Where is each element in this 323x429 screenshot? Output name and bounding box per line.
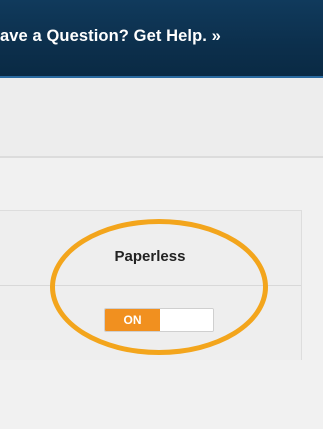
help-banner: ave a Question? Get Help. » bbox=[0, 0, 323, 78]
settings-panel: Paperless ON bbox=[0, 210, 302, 360]
paperless-toggle[interactable]: ON bbox=[104, 308, 214, 332]
toggle-on-label: ON bbox=[105, 309, 160, 331]
panel-divider bbox=[0, 285, 301, 286]
toggle-off-knob bbox=[160, 309, 213, 331]
paperless-column-header: Paperless bbox=[114, 248, 186, 265]
get-help-link[interactable]: ave a Question? Get Help. » bbox=[0, 24, 221, 48]
subheader-bar bbox=[0, 78, 323, 158]
